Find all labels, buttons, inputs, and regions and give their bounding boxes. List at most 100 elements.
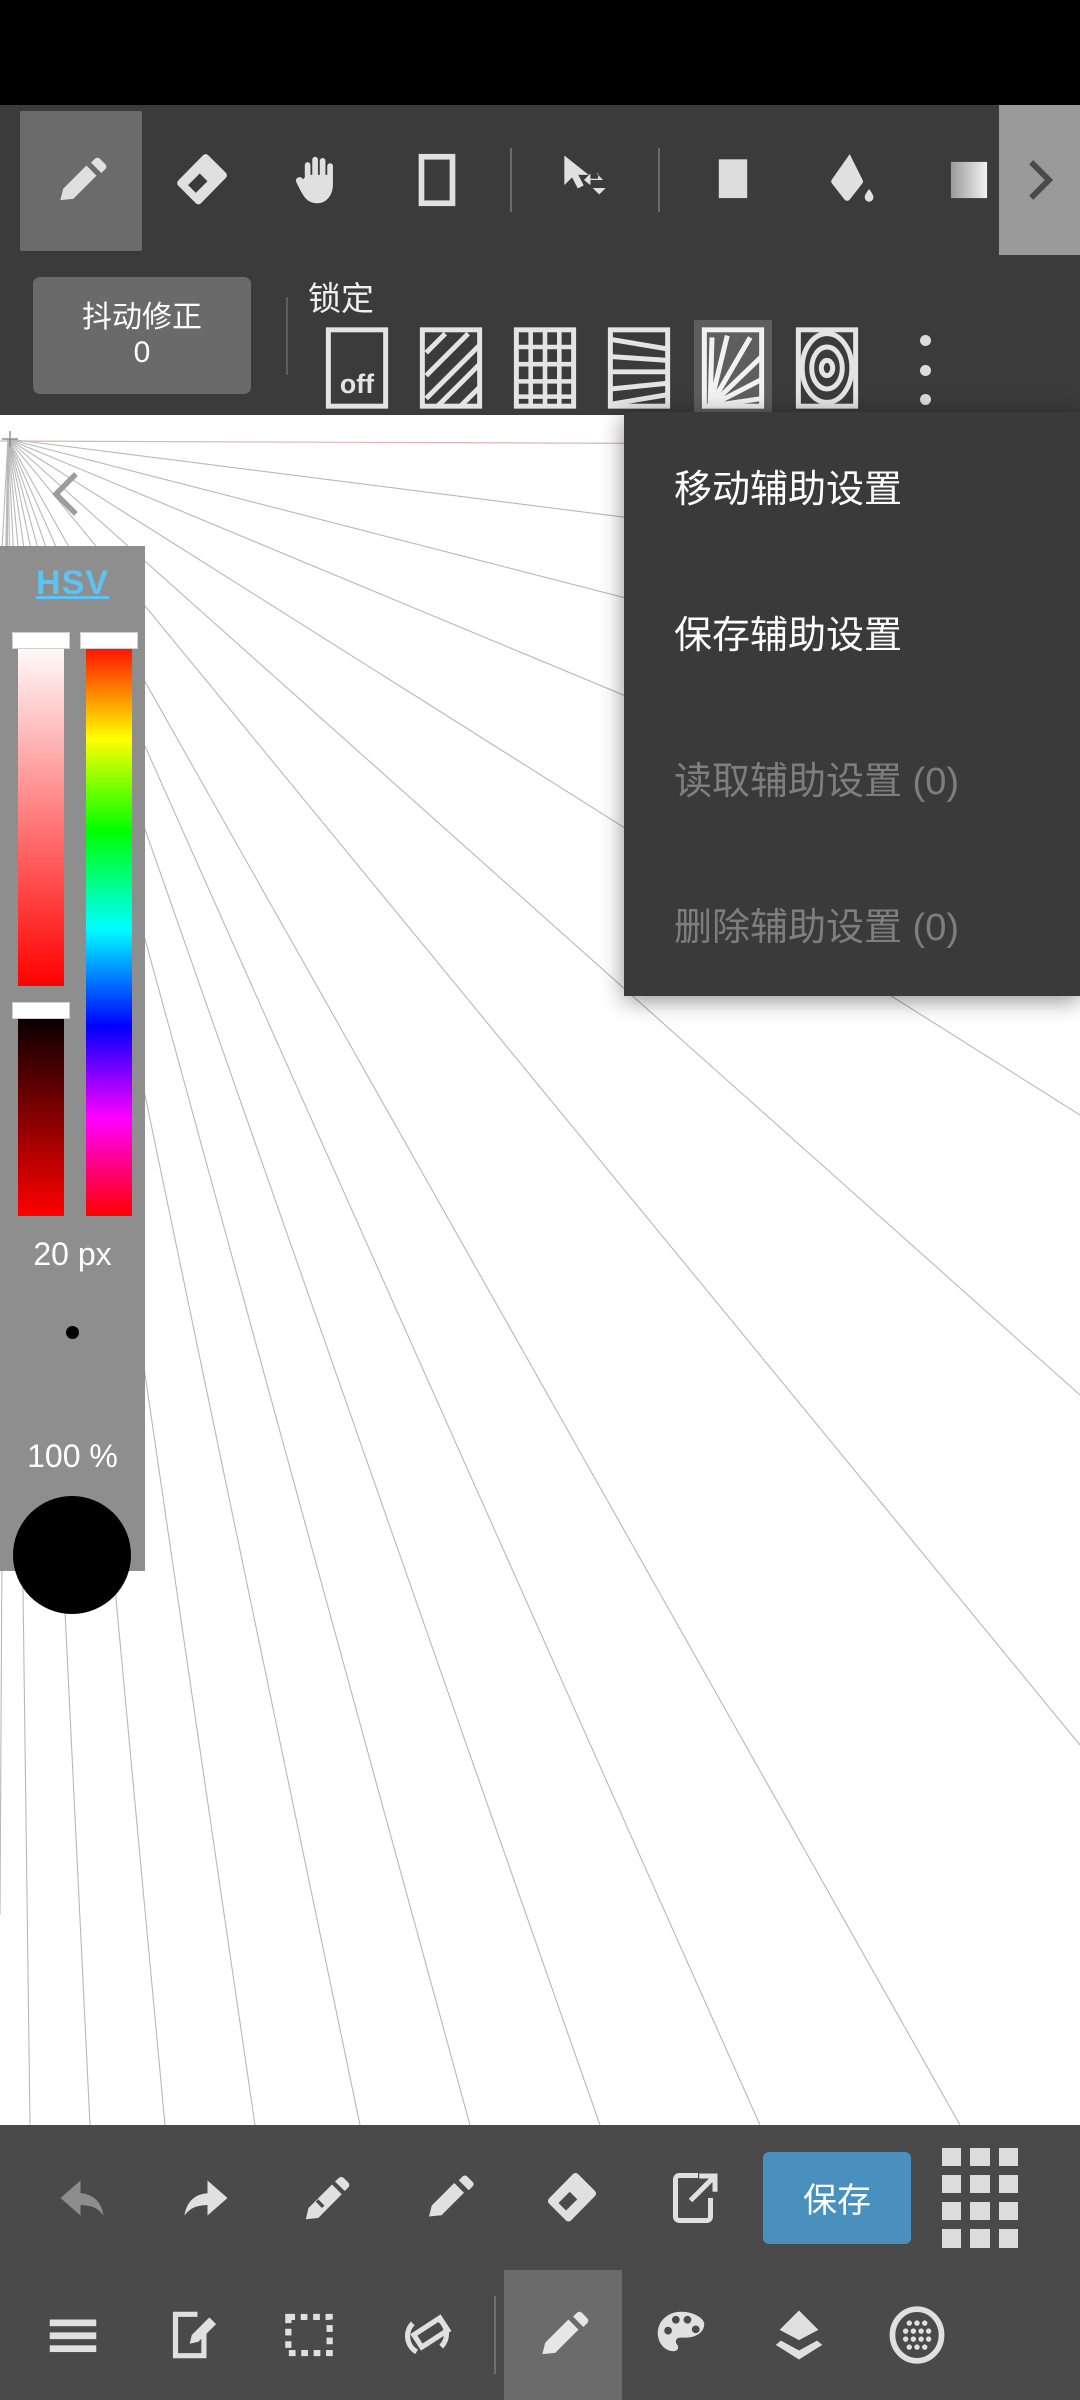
hand-icon — [288, 149, 350, 211]
value-handle[interactable] — [12, 1002, 70, 1019]
color-panel: HSV 20 px 100 % — [0, 546, 145, 1614]
grid-dots-icon — [942, 2147, 1018, 2248]
nav-transform[interactable] — [368, 2270, 486, 2400]
more-vertical-icon-dot3 — [919, 394, 931, 405]
redo-button[interactable] — [144, 2125, 266, 2270]
bottom-nav-bar — [0, 2270, 1080, 2400]
status-bar — [0, 0, 1080, 105]
ruler-concentric-icon — [794, 326, 860, 410]
ruler-grid[interactable] — [506, 320, 584, 415]
pencil-button[interactable] — [388, 2125, 510, 2270]
eyedropper-button[interactable] — [266, 2125, 388, 2270]
stabilizer-label: 抖动修正 — [82, 301, 202, 334]
value-slider[interactable] — [18, 1011, 64, 1216]
lock-label: 锁定 — [308, 280, 374, 317]
menu-item-save-assist[interactable]: 保存辅助设置 — [624, 558, 1080, 704]
pencil-tool[interactable] — [20, 111, 142, 251]
save-button-label: 保存 — [763, 2151, 911, 2244]
saturation-slider[interactable] — [18, 641, 64, 986]
brush-size-preview — [66, 1326, 79, 1339]
more-vertical-icon-dot2 — [919, 364, 931, 376]
nav-select[interactable] — [250, 2270, 368, 2400]
stabilizer-button[interactable]: 抖动修正 0 — [33, 277, 251, 394]
apps-button[interactable] — [914, 2125, 1046, 2270]
menu-item-load-assist: 读取辅助设置 (0) — [674, 760, 960, 803]
toolbar-divider-1 — [510, 148, 512, 212]
hue-slider[interactable] — [86, 641, 132, 1216]
ruler-parallel-icon — [418, 326, 484, 410]
menu-item-delete-assist: 删除辅助设置 (0) — [674, 906, 960, 949]
options-divider — [286, 297, 288, 375]
nav-layers[interactable] — [740, 2270, 858, 2400]
nav-brush[interactable] — [504, 2270, 622, 2400]
ruler-group: off — [318, 320, 882, 415]
ruler-grid-icon — [512, 326, 578, 410]
svg-text:off: off — [340, 368, 374, 398]
save-button[interactable]: 保存 — [754, 2125, 914, 2270]
assist-settings-menu: 移动辅助设置 保存辅助设置 读取辅助设置 (0) 删除辅助设置 (0) — [624, 412, 1080, 996]
nav-divider — [494, 2296, 496, 2374]
ruler-radial-icon — [700, 326, 766, 410]
stabilizer-value: 0 — [133, 335, 151, 369]
export-button[interactable] — [632, 2125, 754, 2270]
nav-document[interactable] — [132, 2270, 250, 2400]
eraser-icon — [541, 2168, 601, 2228]
ruler-perspective-icon — [606, 326, 672, 410]
ruler-overflow-button[interactable] — [905, 335, 945, 405]
move-tool[interactable] — [526, 105, 644, 255]
marquee-select-icon — [278, 2304, 340, 2366]
edit-document-icon — [160, 2304, 222, 2366]
redo-icon — [175, 2168, 235, 2228]
export-icon — [663, 2168, 723, 2228]
rectangle-frame-icon — [406, 149, 468, 211]
toolbar-divider-2 — [658, 148, 660, 212]
rotate-canvas-icon — [396, 2304, 458, 2366]
panel-collapse-button[interactable] — [38, 467, 92, 521]
ruler-perspective[interactable] — [600, 320, 678, 415]
nav-palette[interactable] — [622, 2270, 740, 2400]
hue-handle[interactable] — [80, 632, 138, 649]
frame-tool[interactable] — [378, 105, 496, 255]
color-sliders — [12, 632, 138, 1216]
toolbar-expand-button[interactable] — [999, 105, 1080, 255]
chevron-right-icon — [1013, 153, 1067, 207]
top-toolbar — [0, 105, 1080, 255]
undo-icon — [53, 2168, 113, 2228]
ruler-off-icon: off — [324, 326, 390, 410]
more-vertical-icon — [919, 335, 931, 346]
ruler-radial[interactable] — [694, 320, 772, 415]
opacity-label[interactable]: 100 % — [0, 1438, 145, 1475]
shape-tool[interactable] — [674, 105, 792, 255]
eyedropper-icon — [297, 2168, 357, 2228]
nav-material[interactable] — [858, 2270, 976, 2400]
paint-bucket-icon — [820, 149, 882, 211]
pencil-icon — [419, 2168, 479, 2228]
menu-item-move-assist[interactable]: 移动辅助设置 — [624, 412, 1080, 558]
color-mode-label[interactable]: HSV — [0, 546, 145, 603]
ruler-parallel[interactable] — [412, 320, 490, 415]
eraser-tool[interactable] — [142, 105, 260, 255]
undo-button[interactable] — [22, 2125, 144, 2270]
nav-menu[interactable] — [14, 2270, 132, 2400]
hamburger-icon — [42, 2304, 104, 2366]
cursor-move-icon — [554, 149, 616, 211]
texture-circle-icon — [886, 2304, 948, 2366]
eraser-button[interactable] — [510, 2125, 632, 2270]
filled-square-icon — [702, 149, 764, 211]
bucket-tool[interactable] — [792, 105, 910, 255]
options-toolbar: 抖动修正 0 锁定 off — [0, 255, 1080, 415]
pencil-icon — [50, 150, 112, 212]
action-bar: 保存 — [0, 2125, 1080, 2270]
ruler-concentric[interactable] — [788, 320, 866, 415]
layers-icon — [768, 2304, 830, 2366]
app-root: 抖动修正 0 锁定 off HSV 20 px 100 % 移动辅助设置 保存辅… — [0, 0, 1080, 2400]
pencil-icon — [532, 2304, 594, 2366]
palette-icon — [650, 2304, 712, 2366]
ruler-off[interactable]: off — [318, 320, 396, 415]
eraser-icon — [170, 149, 232, 211]
brush-size-label[interactable]: 20 px — [0, 1236, 145, 1273]
saturation-handle[interactable] — [12, 632, 70, 649]
hand-tool[interactable] — [260, 105, 378, 255]
current-color-swatch[interactable] — [13, 1496, 131, 1614]
gradient-square-icon — [938, 149, 1000, 211]
